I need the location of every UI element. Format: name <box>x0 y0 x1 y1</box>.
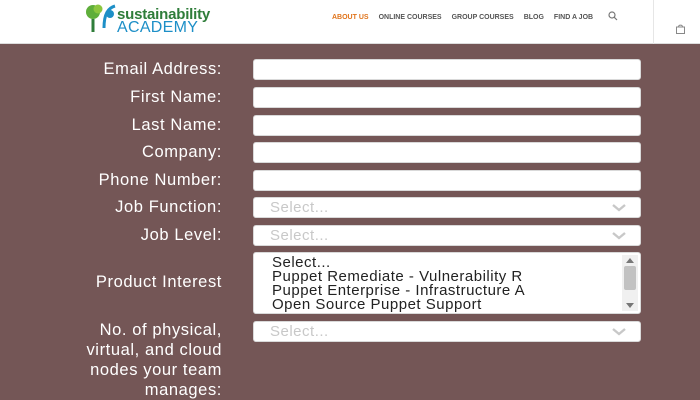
nodes-label-line3: nodes your team <box>90 361 222 379</box>
first-name-label: First Name: <box>130 88 222 106</box>
email-field[interactable] <box>253 59 641 80</box>
search-icon[interactable] <box>608 11 618 21</box>
nodes-label-line1: No. of physical, <box>99 321 222 339</box>
site-logo[interactable]: sustainability ACADEMY <box>84 2 224 38</box>
nav-online-courses[interactable]: ONLINE COURSES <box>379 14 442 21</box>
job-function-select[interactable]: Select... <box>253 197 641 218</box>
product-interest-listbox[interactable]: Select... Puppet Remediate - Vulnerabili… <box>253 252 641 314</box>
job-function-label: Job Function: <box>115 198 222 216</box>
company-field[interactable] <box>253 142 641 163</box>
phone-label: Phone Number: <box>98 171 222 189</box>
nav-group-courses[interactable]: GROUP COURSES <box>452 14 514 21</box>
scroll-thumb[interactable] <box>624 266 636 290</box>
company-label: Company: <box>141 143 222 161</box>
shopping-bag-icon[interactable] <box>676 24 685 34</box>
nav-about-us[interactable]: ABOUT US <box>332 14 369 21</box>
listbox-scrollbar[interactable] <box>622 255 638 311</box>
logo-text-bottom: ACADEMY <box>117 19 199 36</box>
tree-logo-icon <box>86 4 116 32</box>
job-level-value: Select... <box>270 227 329 244</box>
last-name-label: Last Name: <box>131 116 222 134</box>
nodes-select[interactable]: Select... <box>253 321 641 342</box>
main-nav: ABOUT US ONLINE COURSES GROUP COURSES BL… <box>332 0 603 34</box>
phone-field[interactable] <box>253 170 641 191</box>
nav-blog[interactable]: BLOG <box>524 14 544 21</box>
product-interest-label: Product Interest <box>95 273 222 291</box>
email-label: Email Address: <box>103 60 222 78</box>
nav-find-a-job[interactable]: FIND A JOB <box>554 14 593 21</box>
scroll-down-icon[interactable] <box>626 303 634 309</box>
last-name-field[interactable] <box>253 115 641 136</box>
chevron-down-icon <box>612 328 626 336</box>
job-level-select[interactable]: Select... <box>253 225 641 246</box>
nav-divider <box>653 0 654 44</box>
site-header: sustainability ACADEMY ABOUT US ONLINE C… <box>0 0 700 44</box>
chevron-down-icon <box>612 232 626 240</box>
nodes-label-line2: virtual, and cloud <box>86 341 222 359</box>
scroll-up-icon[interactable] <box>626 257 634 263</box>
nodes-label-line4: manages: <box>144 381 222 399</box>
nodes-value: Select... <box>270 323 329 340</box>
first-name-field[interactable] <box>253 87 641 108</box>
job-function-value: Select... <box>270 199 329 216</box>
product-option[interactable]: Open Source Puppet Support <box>272 296 482 313</box>
chevron-down-icon <box>612 204 626 212</box>
job-level-label: Job Level: <box>140 226 222 244</box>
